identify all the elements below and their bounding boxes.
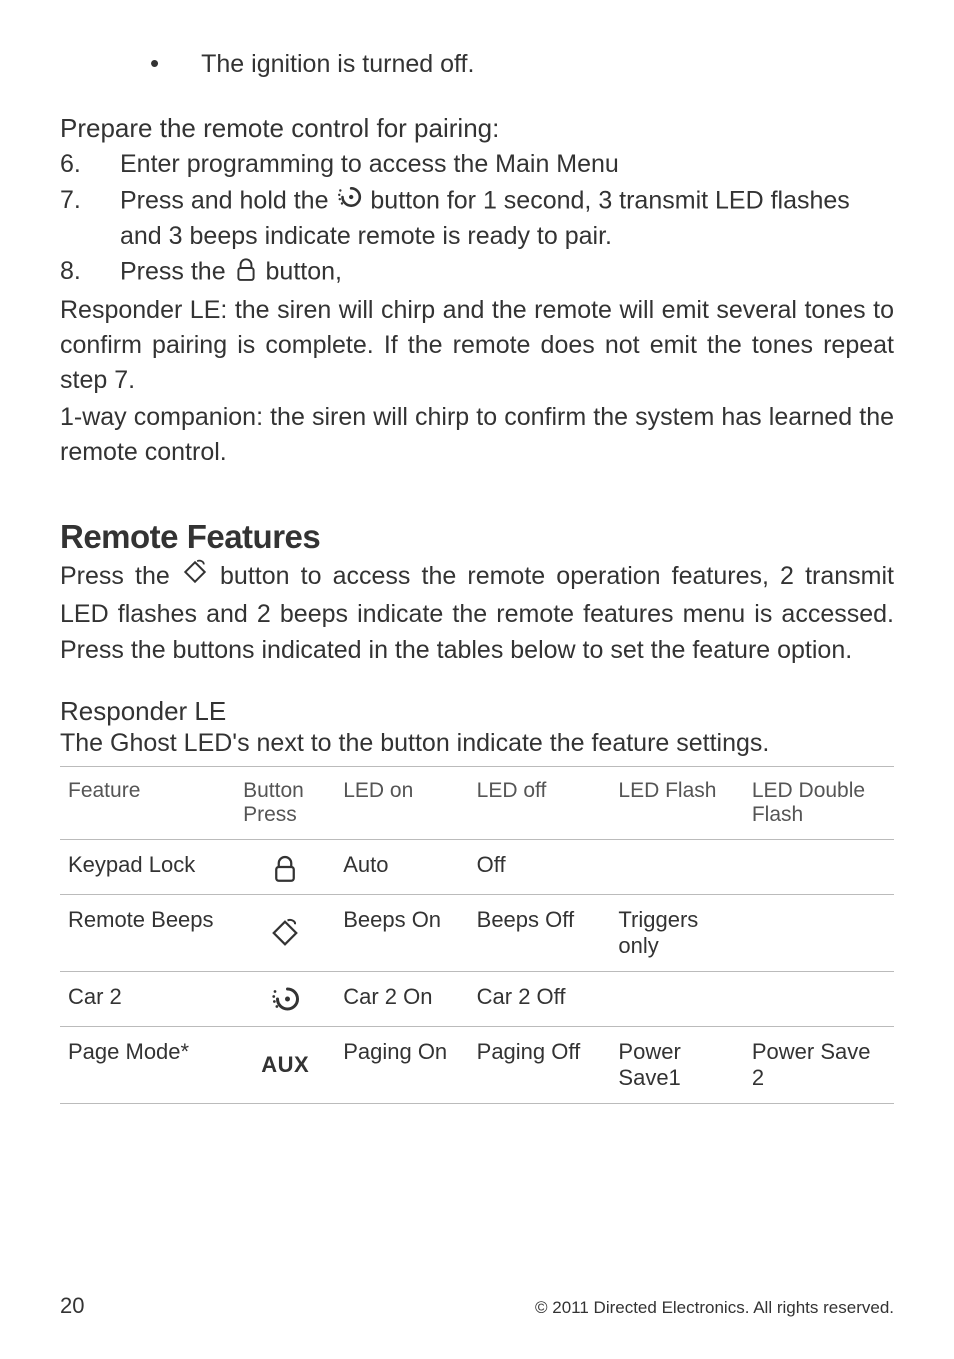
bullet-text: The ignition is turned off.: [201, 50, 474, 79]
step-6: 6. Enter programming to access the Main …: [60, 148, 894, 182]
table-row: Car 2 Car 2 On Car 2 Off: [60, 972, 894, 1027]
step-8: 8. Press the button,: [60, 255, 894, 291]
col-led-on: LED on: [335, 767, 468, 840]
col-button: Button Press: [235, 767, 335, 840]
col-feature: Feature: [60, 767, 235, 840]
cell-on: Auto: [335, 840, 468, 895]
prepare-steps: 6. Enter programming to access the Main …: [60, 148, 894, 291]
cell-feature: Remote Beeps: [60, 895, 235, 972]
cell-feature: Page Mode*: [60, 1027, 235, 1104]
step-number: 7.: [60, 184, 120, 218]
cell-off: Beeps Off: [469, 895, 611, 972]
step-7: 7. Press and hold the button for 1 secon…: [60, 184, 894, 254]
cell-off: Paging Off: [469, 1027, 611, 1104]
remote-features-body: Press the button to access the remote op…: [60, 558, 894, 668]
step-text: Press the button,: [120, 255, 894, 291]
cell-flash: [610, 840, 743, 895]
feature-table: Feature Button Press LED on LED off LED …: [60, 766, 894, 1104]
aux-icon: AUX: [261, 1052, 309, 1077]
start-icon: [335, 184, 363, 220]
cell-button: [235, 895, 335, 972]
responder-le-lead: The Ghost LED's next to the button indic…: [60, 729, 894, 758]
col-led-flash: LED Flash: [610, 767, 743, 840]
col-led-off: LED off: [469, 767, 611, 840]
table-row: Remote Beeps Beeps On Beeps Off Triggers…: [60, 895, 894, 972]
cell-dflash: Power Save 2: [744, 1027, 894, 1104]
cell-on: Car 2 On: [335, 972, 468, 1027]
cell-dflash: [744, 840, 894, 895]
lock-icon: [270, 853, 300, 878]
step-text: Press and hold the button for 1 second, …: [120, 184, 894, 254]
table-header-row: Feature Button Press LED on LED off LED …: [60, 767, 894, 840]
step-number: 6.: [60, 148, 120, 182]
cell-dflash: [744, 895, 894, 972]
table-row: Page Mode* AUX Paging On Paging Off Powe…: [60, 1027, 894, 1104]
cell-feature: Keypad Lock: [60, 840, 235, 895]
remote-features-heading: Remote Features: [60, 518, 894, 556]
page-footer: 20 © 2011 Directed Electronics. All righ…: [60, 1293, 894, 1319]
prepare-heading: Prepare the remote control for pairing:: [60, 113, 894, 144]
cell-on: Beeps On: [335, 895, 468, 972]
cell-dflash: [744, 972, 894, 1027]
bullet-dot: •: [150, 50, 159, 76]
bullet-item: • The ignition is turned off.: [150, 50, 894, 79]
table-row: Keypad Lock Auto Off: [60, 840, 894, 895]
cell-feature: Car 2: [60, 972, 235, 1027]
cell-flash: Power Save1: [610, 1027, 743, 1104]
responder-le-heading: Responder LE: [60, 696, 894, 727]
cell-flash: [610, 972, 743, 1027]
start-icon: [270, 985, 300, 1010]
cell-off: Car 2 Off: [469, 972, 611, 1027]
lock-icon: [233, 255, 259, 291]
page-number: 20: [60, 1293, 84, 1319]
cell-flash: Triggers only: [610, 895, 743, 972]
diamond-icon: [270, 919, 300, 944]
diamond-icon: [181, 559, 209, 595]
step-number: 8.: [60, 255, 120, 289]
cell-on: Paging On: [335, 1027, 468, 1104]
oneway-note: 1-way companion: the siren will chirp to…: [60, 400, 894, 470]
cell-button: [235, 840, 335, 895]
cell-button: [235, 972, 335, 1027]
col-led-dflash: LED Double Flash: [744, 767, 894, 840]
responder-le-note: Responder LE: the siren will chirp and t…: [60, 293, 894, 398]
copyright: © 2011 Directed Electronics. All rights …: [535, 1298, 894, 1318]
step-text: Enter programming to access the Main Men…: [120, 148, 894, 182]
cell-off: Off: [469, 840, 611, 895]
cell-button: AUX: [235, 1027, 335, 1104]
